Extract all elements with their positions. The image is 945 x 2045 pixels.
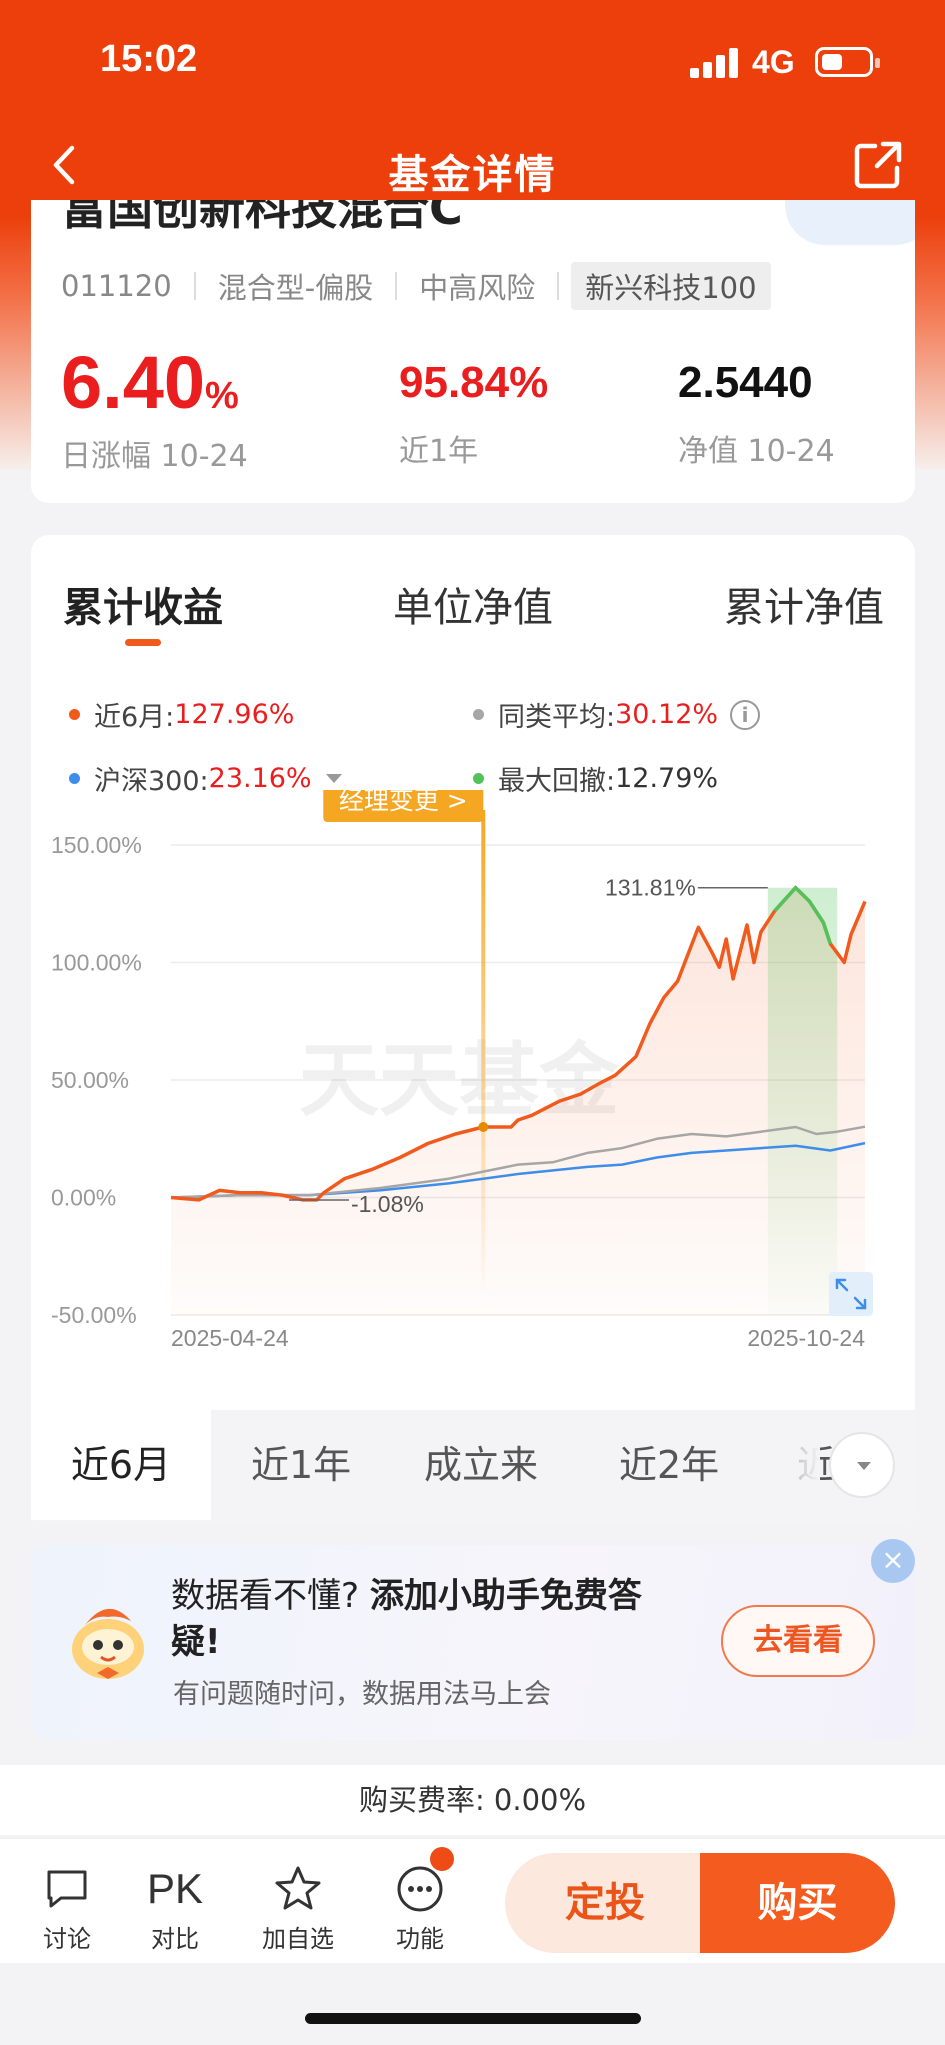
y-tick-label: 50.00% xyxy=(51,1067,129,1093)
assistant-promo-banner[interactable]: × 数据看不懂? 添加小助手免费答疑! 有问题随时问，数据用法马上会 去看看 xyxy=(31,1539,915,1740)
network-type: 4G xyxy=(752,44,795,80)
battery-icon xyxy=(815,47,880,77)
legend-avg-label: 同类平均: xyxy=(498,702,616,733)
info-icon[interactable]: i xyxy=(730,699,761,730)
peak-label: 131.81% xyxy=(605,875,696,901)
functions-label: 功能 xyxy=(396,1925,444,1953)
status-time: 15:02 xyxy=(100,38,198,80)
x-axis-end-label: 2025-10-24 xyxy=(747,1325,865,1351)
promo-title-plain: 数据看不懂? xyxy=(171,1576,360,1616)
chart-tabs: 累计收益 单位净值 累计净值 xyxy=(31,575,915,635)
legend-index-dot xyxy=(69,773,80,784)
daily-change-label: 日涨幅 10-24 xyxy=(61,439,248,474)
mascot-icon xyxy=(72,1608,144,1679)
functions-button[interactable]: 功能 xyxy=(375,1859,465,1954)
fund-tag[interactable]: 新兴科技100 xyxy=(571,262,771,310)
fund-risk: 中高风险 xyxy=(419,271,536,305)
tab-cumulative-nav[interactable]: 累计净值 xyxy=(724,575,884,633)
tab-unit-nav[interactable]: 单位净值 xyxy=(393,575,553,633)
y-tick-label: 150.00% xyxy=(51,832,142,858)
compare-button[interactable]: PK 对比 xyxy=(130,1859,220,1954)
performance-card: 累计收益 单位净值 累计净值 近6月: 127.96% 同类平均: 30.12% i… xyxy=(31,535,915,1525)
promo-title: 数据看不懂? 添加小助手免费答疑! xyxy=(171,1573,691,1665)
home-indicator-area xyxy=(0,1963,945,2045)
legend-category-avg: 同类平均: 30.12% i xyxy=(473,695,761,734)
period-expand-button[interactable] xyxy=(829,1432,895,1498)
fund-code: 011120 xyxy=(61,269,172,303)
index-dropdown-icon[interactable] xyxy=(325,774,342,783)
bottom-action-bar: 讨论 PK 对比 加自选 功能 定投 购买 xyxy=(0,1838,945,1963)
tab-cumulative-return[interactable]: 累计收益 xyxy=(63,575,223,633)
notification-dot xyxy=(430,1847,454,1871)
watchlist-button[interactable]: 加自选 xyxy=(253,1859,343,1954)
pk-icon: PK xyxy=(146,1865,204,1912)
signal-icon xyxy=(690,48,738,78)
discuss-label: 讨论 xyxy=(43,1925,91,1953)
nav-value: 2.5440 xyxy=(678,358,813,407)
daily-change-stat: 6.40% 日涨幅 10-24 xyxy=(61,340,248,475)
one-year-label: 近1年 xyxy=(399,434,479,469)
period-6m[interactable]: 近6月 xyxy=(31,1410,211,1520)
drawdown-area xyxy=(767,887,838,1315)
purchase-fee: 购买费率: 0.00% xyxy=(0,1765,945,1835)
period-1y[interactable]: 近1年 xyxy=(251,1410,351,1520)
legend-avg-value: 30.12% xyxy=(615,699,719,730)
period-2y[interactable]: 近2年 xyxy=(619,1410,719,1520)
discuss-button[interactable]: 讨论 xyxy=(22,1859,112,1954)
active-tab-indicator xyxy=(125,639,161,646)
x-axis-start-label: 2025-04-24 xyxy=(171,1325,289,1351)
star-icon xyxy=(275,1866,321,1910)
legend-avg-dot xyxy=(473,709,484,720)
nav-label: 净值 10-24 xyxy=(678,434,835,469)
fund-type: 混合型-偏股 xyxy=(217,271,374,305)
legend-fund-dot xyxy=(69,709,80,720)
watchlist-label: 加自选 xyxy=(262,1925,334,1953)
trough-label: -1.08% xyxy=(351,1191,424,1217)
share-icon[interactable] xyxy=(851,138,905,192)
close-icon[interactable]: × xyxy=(871,1539,915,1583)
sip-button[interactable]: 定投 xyxy=(505,1853,705,1953)
y-tick-label: 0.00% xyxy=(51,1185,116,1211)
fund-badge[interactable] xyxy=(785,200,915,245)
promo-subtitle: 有问题随时问，数据用法马上会 xyxy=(173,1679,551,1710)
compare-label: 对比 xyxy=(151,1925,199,1953)
manager-change-line xyxy=(481,810,486,1295)
fund-name: 富国创新科技混合C xyxy=(61,200,463,235)
status-bar: 15:02 4G xyxy=(0,0,945,120)
legend-fund-label: 近6月: xyxy=(94,702,175,733)
period-selector: 近6月 近1年 成立来 近2年 近 xyxy=(31,1410,915,1525)
legend-fund: 近6月: 127.96% xyxy=(69,695,294,734)
one-year-stat: 95.84% 近1年 xyxy=(399,340,548,470)
legend-fund-value: 127.96% xyxy=(174,699,295,730)
fund-meta-row: 011120 混合型-偏股 中高风险 新兴科技100 xyxy=(61,262,771,310)
promo-go-button[interactable]: 去看看 xyxy=(721,1605,875,1677)
manager-change-label[interactable]: 经理变更 > xyxy=(339,790,468,815)
fund-info-card: 富国创新科技混合C 011120 混合型-偏股 中高风险 新兴科技100 6.4… xyxy=(31,200,915,503)
y-tick-label: -50.00% xyxy=(51,1302,137,1328)
return-chart[interactable]: 150.00%100.00%50.00%0.00%-50.00% 天天基金 经理… xyxy=(31,790,915,1400)
daily-change-unit: % xyxy=(205,375,239,417)
legend-drawdown-dot xyxy=(473,773,484,784)
period-since-inception[interactable]: 成立来 xyxy=(424,1410,538,1520)
more-icon xyxy=(397,1866,443,1912)
y-tick-label: 100.00% xyxy=(51,950,142,976)
buy-button[interactable]: 购买 xyxy=(700,1853,895,1953)
daily-change-value: 6.40 xyxy=(61,341,206,424)
chat-icon xyxy=(47,1870,87,1908)
one-year-value: 95.84% xyxy=(399,358,549,407)
nav-stat: 2.5440 净值 10-24 xyxy=(678,340,835,470)
home-indicator[interactable] xyxy=(305,2013,641,2024)
expand-icon[interactable] xyxy=(829,1272,873,1316)
page-title: 基金详情 xyxy=(388,152,557,198)
manager-change-point xyxy=(478,1122,489,1132)
